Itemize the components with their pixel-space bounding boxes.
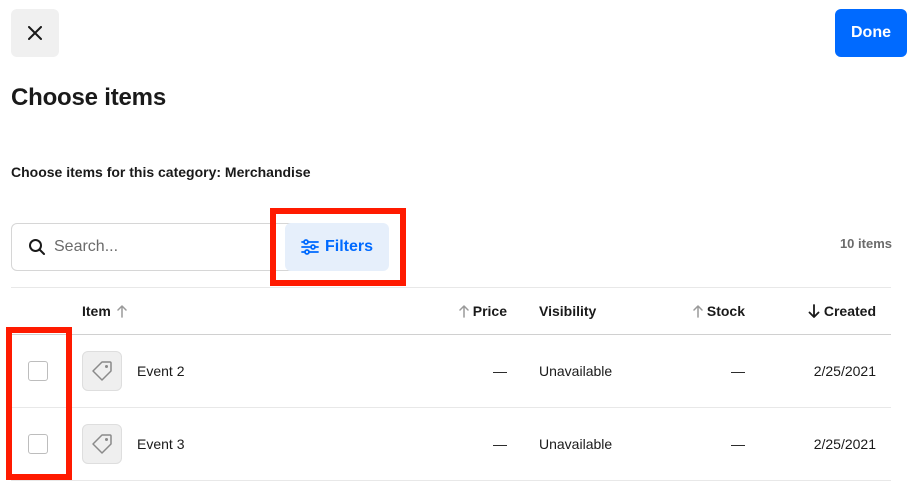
category-subtitle: Choose items for this category: Merchand… [11, 164, 311, 180]
item-visibility: Unavailable [539, 363, 613, 379]
item-name: Event 2 [137, 363, 185, 379]
page-title: Choose items [11, 84, 166, 111]
close-button[interactable] [11, 9, 59, 57]
item-price: — [493, 436, 507, 452]
search-input[interactable] [54, 238, 254, 256]
column-created[interactable]: Created [745, 303, 876, 319]
table-header: Item Price Visibility Stock Created [11, 287, 891, 335]
tag-icon [92, 361, 112, 381]
column-visibility[interactable]: Visibility [507, 303, 667, 319]
column-price[interactable]: Price [455, 303, 507, 319]
column-item[interactable]: Item [82, 303, 455, 319]
sort-up-icon [459, 304, 469, 318]
items-table: Item Price Visibility Stock Created Even… [11, 287, 891, 481]
item-created: 2/25/2021 [813, 436, 876, 452]
column-price-label: Price [472, 303, 507, 319]
table-row[interactable]: Event 2 — Unavailable — 2/25/2021 [11, 335, 891, 408]
item-thumbnail [82, 351, 122, 391]
sort-up-icon [693, 304, 703, 318]
item-stock: — [731, 436, 745, 452]
filters-label: Filters [324, 238, 373, 255]
item-count: 10 items [839, 236, 892, 251]
item-created: 2/25/2021 [813, 363, 876, 379]
sort-up-icon [117, 304, 127, 318]
filters-button[interactable]: Filters [285, 223, 389, 271]
item-name: Event 3 [137, 436, 185, 452]
item-thumbnail [82, 424, 122, 464]
item-price: — [493, 363, 507, 379]
column-stock-label: Stock [706, 303, 745, 319]
item-stock: — [731, 363, 745, 379]
item-visibility: Unavailable [539, 436, 613, 452]
row-checkbox[interactable] [28, 434, 48, 454]
sort-down-icon [808, 304, 820, 318]
tag-icon [92, 434, 112, 454]
sliders-icon [301, 239, 319, 255]
search-box[interactable] [11, 223, 311, 271]
done-button[interactable]: Done [835, 9, 907, 57]
column-created-label: Created [823, 303, 876, 319]
column-item-label: Item [82, 303, 111, 319]
close-icon [28, 26, 42, 40]
row-checkbox[interactable] [28, 361, 48, 381]
column-stock[interactable]: Stock [667, 303, 745, 319]
table-row[interactable]: Event 3 — Unavailable — 2/25/2021 [11, 408, 891, 481]
column-visibility-label: Visibility [539, 303, 597, 319]
search-icon [29, 239, 45, 255]
